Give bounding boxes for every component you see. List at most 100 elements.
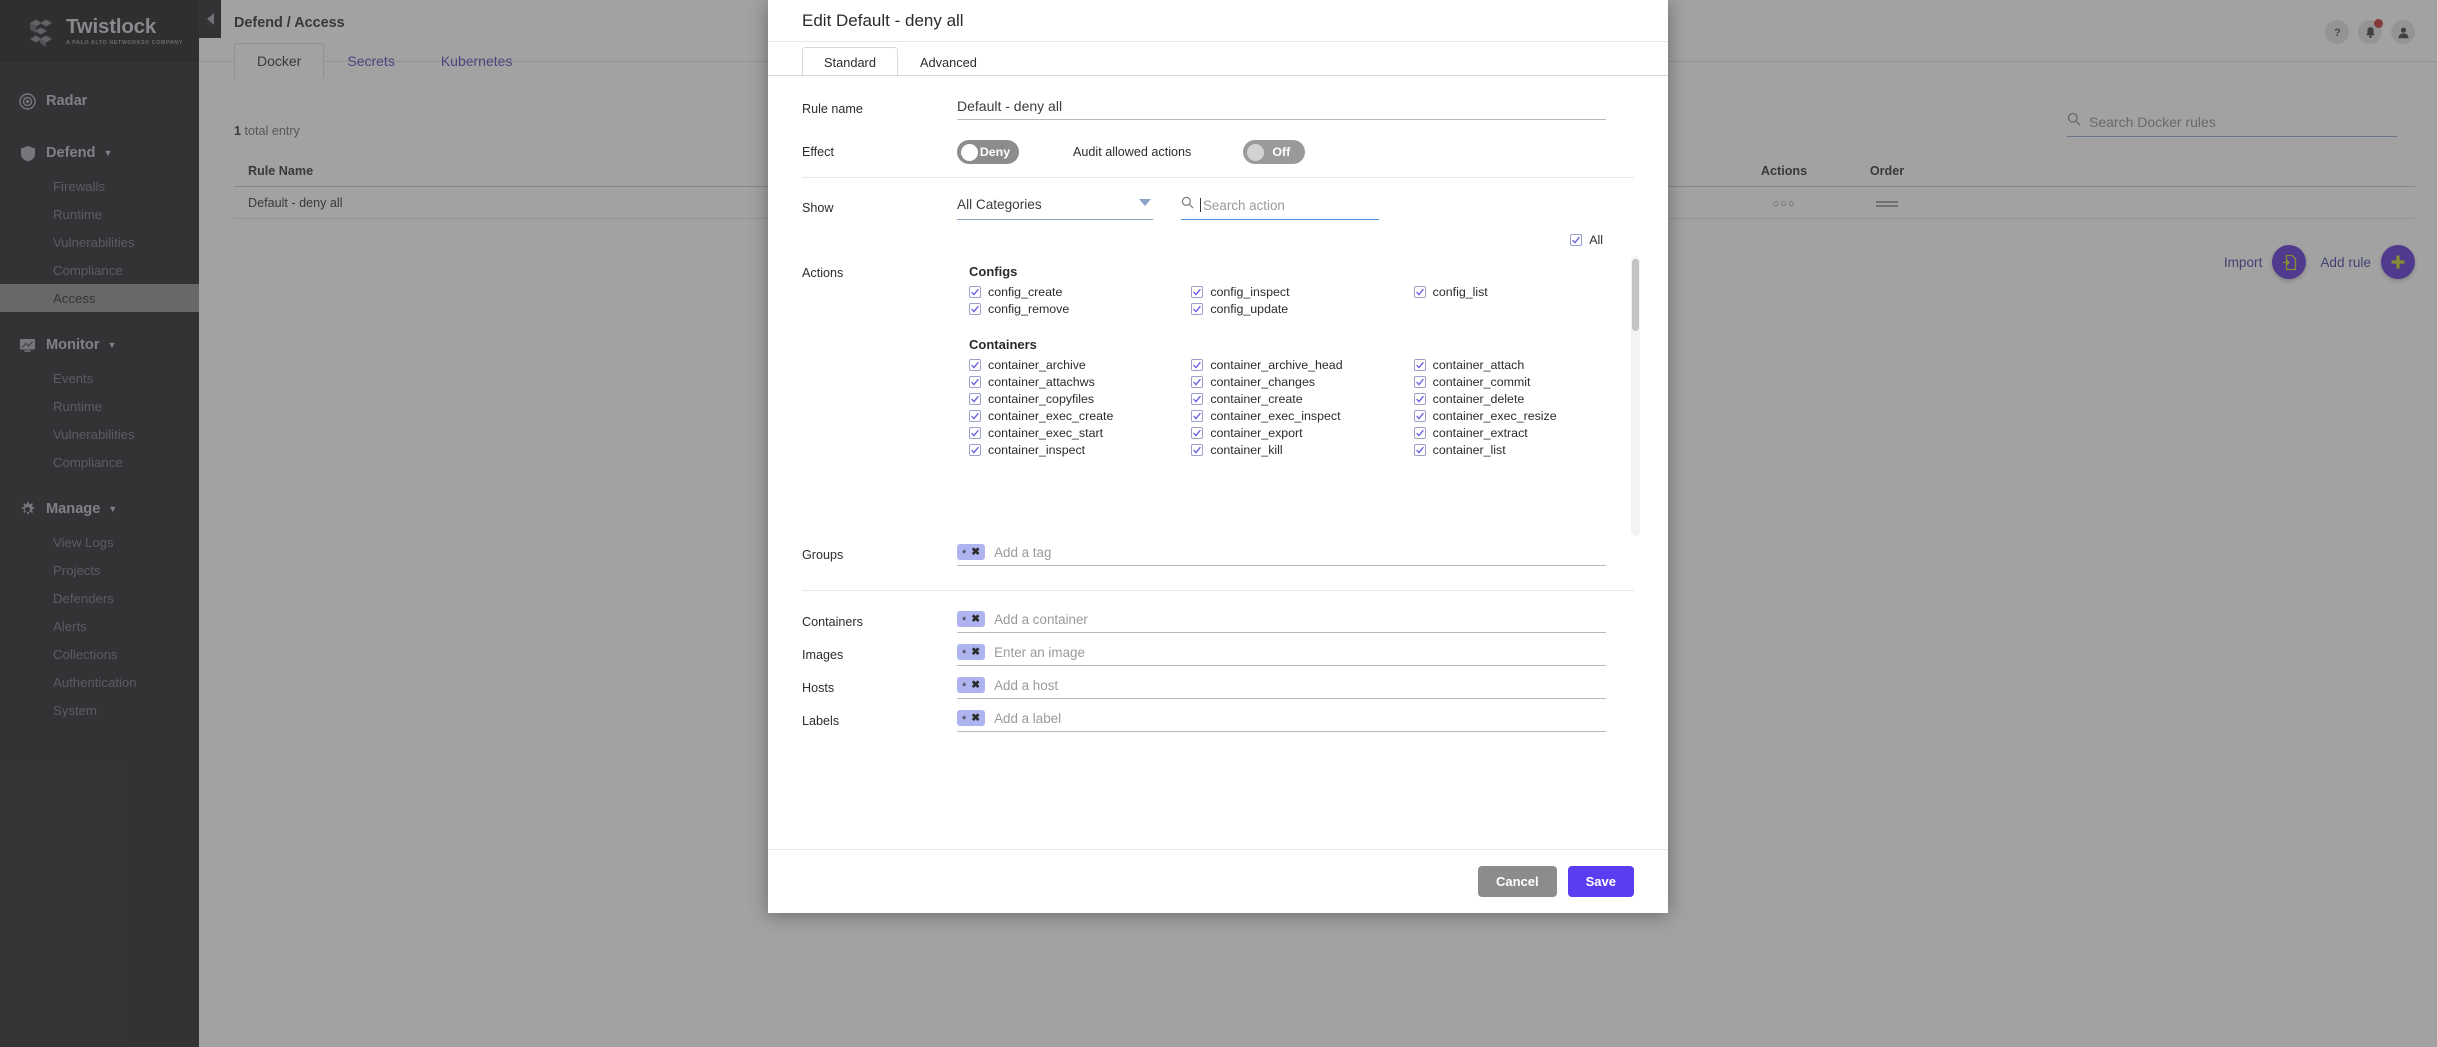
images-label: Images <box>802 648 957 662</box>
labels-control: * ✖ Add a label <box>957 710 1668 732</box>
checkbox-label: container_archive <box>988 358 1086 372</box>
checkbox-box <box>1191 359 1203 371</box>
labels-label: Labels <box>802 714 957 728</box>
groups-tag-field[interactable]: * ✖ Add a tag <box>957 544 1606 566</box>
checkbox-box <box>1191 410 1203 422</box>
checkbox-container_attach[interactable]: container_attach <box>1414 358 1626 372</box>
checkbox-box <box>969 444 981 456</box>
checkbox-box <box>1191 303 1203 315</box>
modal-title: Edit Default - deny all <box>802 11 964 31</box>
checkbox-box <box>1414 427 1426 439</box>
containers-row: Containers * ✖ Add a container <box>768 611 1668 633</box>
category-select[interactable]: All Categories <box>957 196 1153 220</box>
cancel-button[interactable]: Cancel <box>1478 866 1557 897</box>
hosts-tag-field[interactable]: * ✖ Add a host <box>957 677 1606 699</box>
chip-remove-icon[interactable]: ✖ <box>971 613 980 625</box>
checkbox-container_archive_head[interactable]: container_archive_head <box>1191 358 1403 372</box>
images-tag-field[interactable]: * ✖ Enter an image <box>957 644 1606 666</box>
checkbox-label: container_export <box>1210 426 1302 440</box>
checkbox-container_exec_start[interactable]: container_exec_start <box>969 426 1181 440</box>
tab-standard[interactable]: Standard <box>802 47 898 77</box>
chip-star-label: * <box>962 682 966 693</box>
containers-placeholder: Add a container <box>994 612 1088 627</box>
checkbox-all[interactable]: All <box>1570 233 1603 247</box>
checkbox-label: container_kill <box>1210 443 1282 457</box>
chip-remove-icon[interactable]: ✖ <box>971 646 980 658</box>
chip-remove-icon[interactable]: ✖ <box>971 679 980 691</box>
section-title-configs: Configs <box>969 264 1626 279</box>
checkbox-config_remove[interactable]: config_remove <box>969 302 1181 316</box>
checkbox-label: config_update <box>1210 302 1288 316</box>
chip-star-label: * <box>962 549 966 560</box>
modal-body: Rule name Default - deny all Effect Deny… <box>768 76 1668 849</box>
checkbox-config_create[interactable]: config_create <box>969 285 1181 299</box>
containers-tag-field[interactable]: * ✖ Add a container <box>957 611 1606 633</box>
checkbox-container_create[interactable]: container_create <box>1191 392 1403 406</box>
checkbox-container_export[interactable]: container_export <box>1191 426 1403 440</box>
rule-name-input[interactable]: Default - deny all <box>957 98 1606 120</box>
tag-chip-wildcard[interactable]: * ✖ <box>957 677 985 693</box>
checkbox-container_kill[interactable]: container_kill <box>1191 443 1403 457</box>
checkbox-label: container_attachws <box>988 375 1095 389</box>
labels-tag-field[interactable]: * ✖ Add a label <box>957 710 1606 732</box>
save-button[interactable]: Save <box>1568 866 1634 897</box>
tag-chip-wildcard[interactable]: * ✖ <box>957 544 985 560</box>
section-divider <box>802 177 1634 178</box>
checkbox-container_changes[interactable]: container_changes <box>1191 375 1403 389</box>
checkbox-config_inspect[interactable]: config_inspect <box>1191 285 1403 299</box>
checkbox-container_exec_inspect[interactable]: container_exec_inspect <box>1191 409 1403 423</box>
checkbox-label: All <box>1589 233 1603 247</box>
checkbox-container_archive[interactable]: container_archive <box>969 358 1181 372</box>
chip-star-label: * <box>962 715 966 726</box>
effect-toggle[interactable]: Deny <box>957 140 1019 164</box>
actions-scrollbar[interactable] <box>1631 256 1640 536</box>
images-control: * ✖ Enter an image <box>957 644 1668 666</box>
checkbox-box <box>969 303 981 315</box>
scrollbar-thumb[interactable] <box>1632 259 1639 331</box>
tag-chip-wildcard[interactable]: * ✖ <box>957 710 985 726</box>
audit-toggle[interactable]: Off <box>1243 140 1305 164</box>
modal-tabs: Standard Advanced <box>768 42 1668 76</box>
groups-placeholder: Add a tag <box>994 545 1051 560</box>
actions-scroll-area[interactable]: Configs config_createconfig_inspectconfi… <box>957 256 1640 536</box>
checkbox-container_exec_resize[interactable]: container_exec_resize <box>1414 409 1626 423</box>
checkbox-label: container_commit <box>1433 375 1531 389</box>
checkbox-container_inspect[interactable]: container_inspect <box>969 443 1181 457</box>
checkbox-box <box>1414 286 1426 298</box>
checkbox-box <box>969 393 981 405</box>
checkbox-container_commit[interactable]: container_commit <box>1414 375 1626 389</box>
audit-allowed-actions-label: Audit allowed actions <box>1073 145 1191 159</box>
search-action-placeholder: Search action <box>1203 198 1285 213</box>
checkbox-config_list[interactable]: config_list <box>1414 285 1626 299</box>
configs-checkbox-grid: config_create config_inspect config_listco… <box>957 285 1626 319</box>
checkbox-container_attachws[interactable]: container_attachws <box>969 375 1181 389</box>
checkbox-label: container_archive_head <box>1210 358 1342 372</box>
checkbox-label: container_attach <box>1433 358 1525 372</box>
checkbox-box <box>1414 376 1426 388</box>
checkbox-box <box>1191 427 1203 439</box>
checkbox-container_exec_create[interactable]: container_exec_create <box>969 409 1181 423</box>
checkbox-label: container_list <box>1433 443 1506 457</box>
checkbox-config_update[interactable]: config_update <box>1191 302 1403 316</box>
tag-chip-wildcard[interactable]: * ✖ <box>957 611 985 627</box>
chip-remove-icon[interactable]: ✖ <box>971 546 980 558</box>
checkbox-label: container_exec_inspect <box>1210 409 1340 423</box>
checkbox-container_list[interactable]: container_list <box>1414 443 1626 457</box>
checkbox-container_copyfiles[interactable]: container_copyfiles <box>969 392 1181 406</box>
search-action-input[interactable]: Search action <box>1181 196 1379 220</box>
edit-rule-modal: Edit Default - deny all Standard Advance… <box>768 0 1668 913</box>
checkbox-label: config_list <box>1433 285 1488 299</box>
checkbox-box <box>1191 393 1203 405</box>
tab-advanced[interactable]: Advanced <box>898 47 999 77</box>
audit-toggle-label: Off <box>1264 145 1301 159</box>
effect-toggle-label: Deny <box>978 145 1015 159</box>
tag-chip-wildcard[interactable]: * ✖ <box>957 644 985 660</box>
checkbox-box <box>969 410 981 422</box>
chip-remove-icon[interactable]: ✖ <box>971 712 980 724</box>
effect-label: Effect <box>802 145 957 159</box>
checkbox-container_delete[interactable]: container_delete <box>1414 392 1626 406</box>
images-row: Images * ✖ Enter an image <box>768 644 1668 666</box>
checkbox-box <box>969 286 981 298</box>
checkbox-label: config_create <box>988 285 1062 299</box>
checkbox-container_extract[interactable]: container_extract <box>1414 426 1626 440</box>
